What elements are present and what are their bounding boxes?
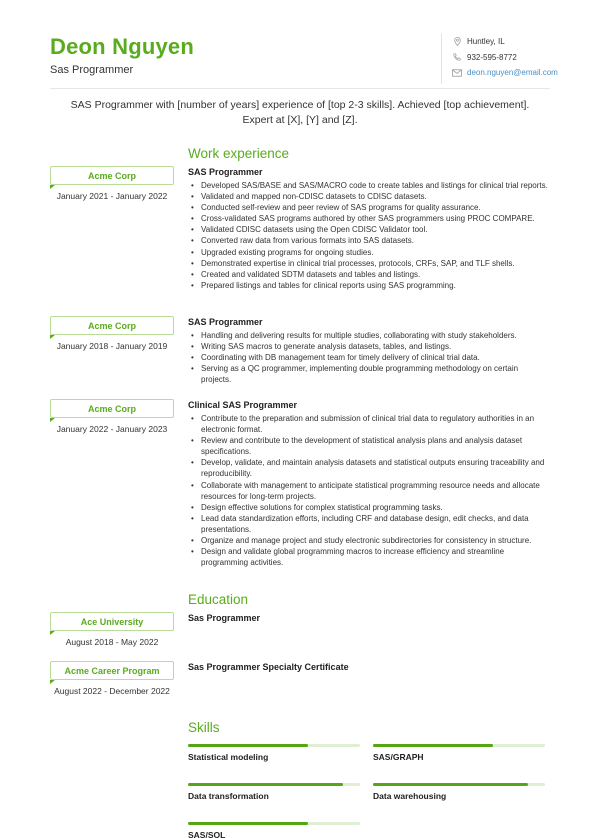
job-bullet: Design effective solutions for complex s… xyxy=(188,502,548,513)
email-link[interactable]: deon.nguyen@email.com xyxy=(467,68,558,77)
contact-phone: 932-595-8772 xyxy=(452,50,558,66)
job-title: SAS Programmer xyxy=(188,317,263,327)
job-bullet: Contribute to the preparation and submis… xyxy=(188,413,548,435)
job-bullet: Design and validate global programming m… xyxy=(188,546,548,568)
resume-header: Deon Nguyen Sas Programmer Huntley, IL 9… xyxy=(50,0,558,88)
job-bullet: Developed SAS/BASE and SAS/MACRO code to… xyxy=(188,180,548,191)
job-bullets: Contribute to the preparation and submis… xyxy=(188,413,548,568)
job-bullet: Develop, validate, and maintain analysis… xyxy=(188,457,548,479)
job-dates: January 2022 - January 2023 xyxy=(56,424,168,434)
job-bullet: Converted raw data from various formats … xyxy=(188,235,548,246)
skill-bar-track xyxy=(188,744,360,747)
job-bullet: Lead data standardization efforts, inclu… xyxy=(188,513,548,535)
education-heading: Education xyxy=(188,592,249,607)
skill-item: Data transformation xyxy=(188,783,360,801)
job-dates: January 2021 - January 2022 xyxy=(56,191,168,201)
job-company-tag: Acme Corp xyxy=(49,316,174,339)
education-school-tag: Acme Career Program xyxy=(49,661,174,684)
skill-label: SAS/GRAPH xyxy=(373,752,424,762)
education-degree: Sas Programmer Specialty Certificate xyxy=(188,662,349,672)
job-bullet: Created and validated SDTM datasets and … xyxy=(188,269,548,280)
header-divider xyxy=(50,88,550,89)
job-bullets: Developed SAS/BASE and SAS/MACRO code to… xyxy=(188,180,548,291)
contact-email[interactable]: deon.nguyen@email.com xyxy=(452,65,558,81)
skill-label: Data transformation xyxy=(188,791,269,801)
candidate-title: Sas Programmer xyxy=(50,64,134,76)
skill-bar-fill xyxy=(188,822,309,825)
education-degree: Sas Programmer xyxy=(188,613,261,623)
job-bullet: Handling and delivering results for mult… xyxy=(188,330,548,341)
skill-bar-fill xyxy=(188,783,343,786)
phone-icon xyxy=(452,53,462,61)
job-bullet: Validated CDISC datasets using the Open … xyxy=(188,224,548,235)
profile-summary: SAS Programmer with [number of years] ex… xyxy=(70,99,530,126)
phone-text: 932-595-8772 xyxy=(467,52,517,62)
job-bullet: Coordinating with DB management team for… xyxy=(188,352,548,363)
candidate-name: Deon Nguyen xyxy=(50,34,194,59)
skill-item: Data warehousing xyxy=(373,783,545,801)
job-entry: SAS Programmer Handling and delivering r… xyxy=(188,317,548,385)
skill-bar-fill xyxy=(373,783,528,786)
education-school-tag: Ace University xyxy=(49,612,174,635)
skill-label: Statistical modeling xyxy=(188,752,269,762)
education-dates: August 2018 - May 2022 xyxy=(65,637,159,647)
job-entry: Clinical SAS Programmer Contribute to th… xyxy=(188,400,548,568)
job-bullet: Demonstrated expertise in clinical trial… xyxy=(188,258,548,269)
skill-item: Statistical modeling xyxy=(188,744,360,762)
skill-bar-fill xyxy=(188,744,309,747)
job-title: Clinical SAS Programmer xyxy=(188,400,298,410)
job-company-tag: Acme Corp xyxy=(49,399,174,422)
skill-item: SAS/GRAPH xyxy=(373,744,545,762)
job-bullet: Cross-validated SAS programs authored by… xyxy=(188,213,548,224)
education-dates: August 2022 - December 2022 xyxy=(54,686,170,696)
job-bullet: Conducted self-review and peer review of… xyxy=(188,202,548,213)
job-bullet: Writing SAS macros to generate analysis … xyxy=(188,341,548,352)
job-bullets: Handling and delivering results for mult… xyxy=(188,330,548,385)
job-dates: January 2018 - January 2019 xyxy=(56,341,168,351)
envelope-icon xyxy=(452,69,462,77)
skill-bar-track xyxy=(373,783,545,786)
location-pin-icon xyxy=(452,37,462,47)
skill-bar-track xyxy=(373,744,545,747)
skill-bar-track xyxy=(188,783,360,786)
job-title: SAS Programmer xyxy=(188,167,263,177)
location-text: Huntley, IL xyxy=(467,37,505,47)
work-experience-heading: Work experience xyxy=(188,146,290,161)
contact-location: Huntley, IL xyxy=(452,34,558,50)
job-bullet: Collaborate with management to anticipat… xyxy=(188,480,548,502)
job-bullet: Prepared listings and tables for clinica… xyxy=(188,280,548,291)
job-bullet: Validated and mapped non-CDISC datasets … xyxy=(188,191,548,202)
job-bullet: Review and contribute to the development… xyxy=(188,435,548,457)
skill-label: Data warehousing xyxy=(373,791,447,801)
job-bullet: Organize and manage project and study el… xyxy=(188,535,548,546)
skill-bar-track xyxy=(188,822,360,825)
contact-block: Huntley, IL 932-595-8772 deon.nguyen@ema… xyxy=(441,34,558,84)
skill-label: SAS/SQL xyxy=(188,830,226,838)
job-entry: SAS Programmer Developed SAS/BASE and SA… xyxy=(188,167,548,291)
job-bullet: Upgraded existing programs for ongoing s… xyxy=(188,247,548,258)
job-company-tag: Acme Corp xyxy=(49,166,174,189)
skills-heading: Skills xyxy=(188,720,220,735)
skill-item: SAS/SQL xyxy=(188,822,360,838)
job-bullet: Serving as a QC programmer, implementing… xyxy=(188,363,548,385)
skill-bar-fill xyxy=(373,744,494,747)
